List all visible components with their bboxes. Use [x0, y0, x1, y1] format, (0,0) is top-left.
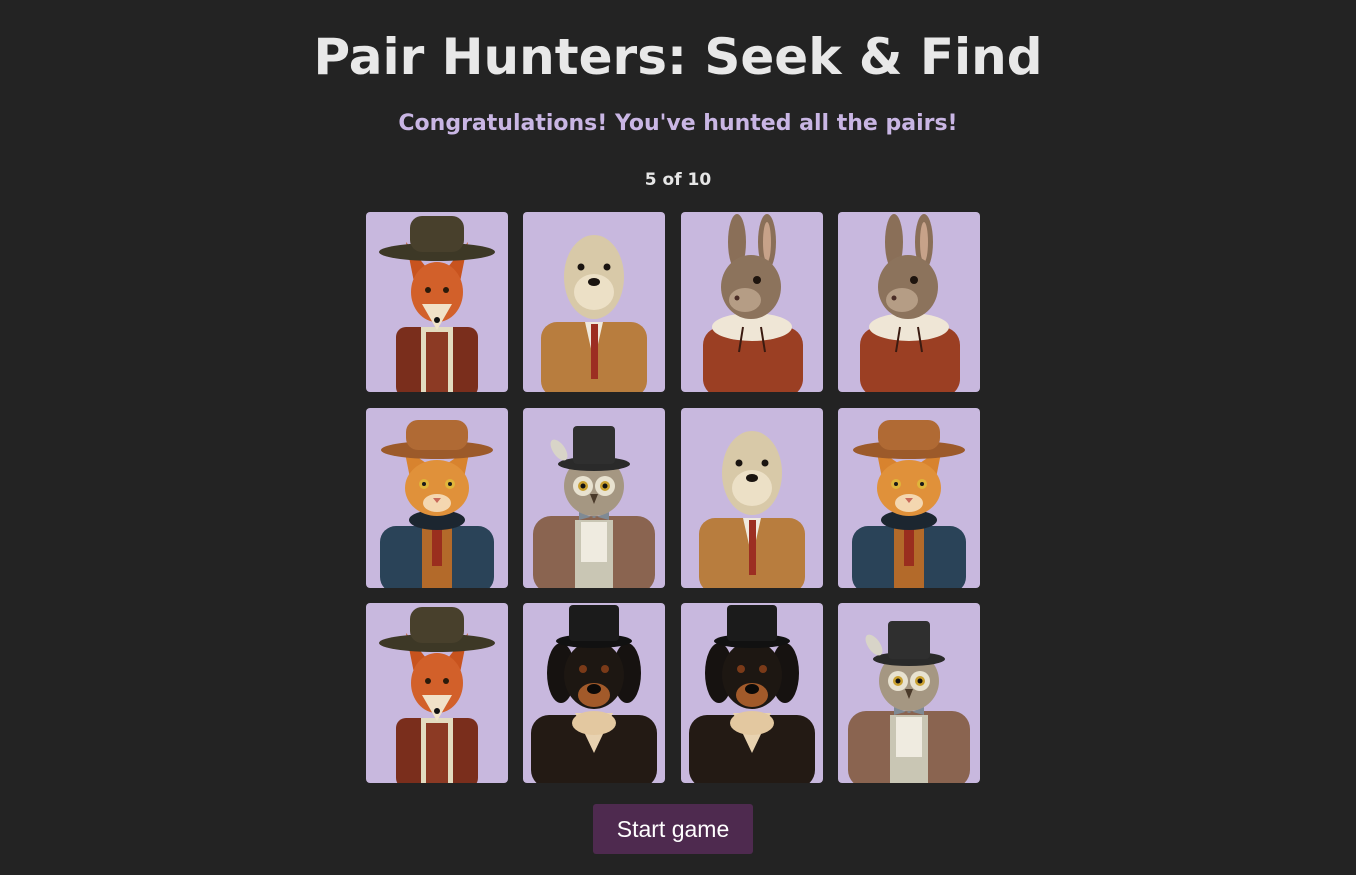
card-owl[interactable] [837, 603, 980, 783]
card-dog[interactable] [523, 603, 666, 783]
card-cat[interactable] [366, 407, 508, 588]
card-fox[interactable] [366, 212, 508, 392]
start-game-button[interactable]: Start game [593, 804, 753, 854]
card-fox[interactable] [366, 603, 508, 783]
owl-in-top-hat-icon [847, 621, 970, 783]
rabbit-in-dress-icon [702, 214, 803, 392]
dog-in-top-hat-icon [531, 605, 658, 783]
page-title: Pair Hunters: Seek & Find [313, 28, 1043, 86]
card-cat[interactable] [837, 407, 980, 588]
card-grid [366, 212, 980, 783]
card-otter[interactable] [523, 212, 666, 392]
rabbit-in-dress-icon [859, 214, 960, 392]
cat-in-hat-icon [380, 419, 494, 588]
card-otter[interactable] [680, 407, 823, 588]
otter-in-suit-icon [541, 235, 648, 392]
card-rabbit[interactable] [680, 212, 823, 392]
card-dog[interactable] [680, 603, 823, 783]
fox-in-hat-icon [379, 216, 495, 392]
cat-in-hat-icon [851, 419, 966, 588]
game-page: Pair Hunters: Seek & Find Congratulation… [0, 0, 1356, 875]
card-owl[interactable] [523, 407, 666, 588]
win-message: Congratulations! You've hunted all the p… [398, 111, 958, 136]
dog-in-top-hat-icon [688, 605, 815, 783]
otter-in-suit-icon [698, 430, 805, 588]
owl-in-top-hat-icon [533, 425, 656, 588]
fox-in-hat-icon [379, 607, 495, 783]
card-rabbit[interactable] [837, 212, 980, 392]
progress-counter: 5 of 10 [644, 170, 712, 190]
